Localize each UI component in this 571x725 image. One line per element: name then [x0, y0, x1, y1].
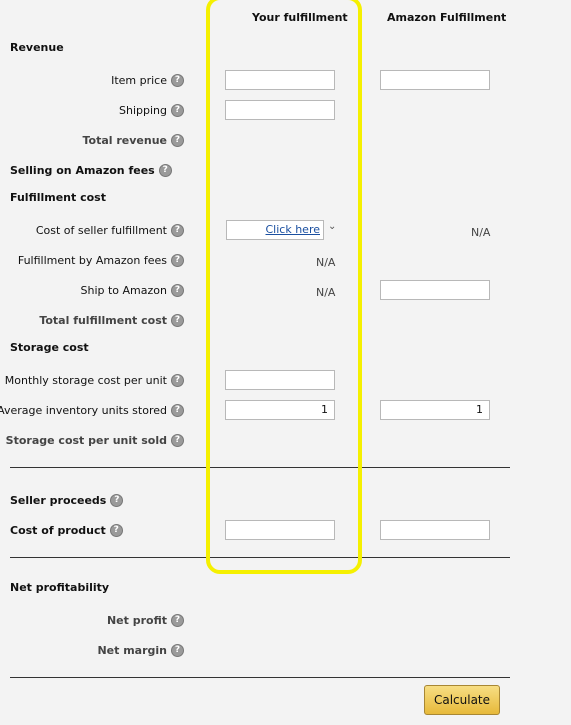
column-header-amazon-fulfillment: Amazon Fulfillment	[387, 11, 507, 24]
cost-of-product-amazon-input[interactable]	[380, 520, 490, 540]
section-net-profitability: Net profitability	[10, 581, 110, 594]
help-icon[interactable]: ?	[171, 254, 184, 267]
net-profit-label: Net profit	[106, 614, 167, 627]
row-ship-to-amazon: Ship to Amazon ?	[80, 284, 184, 297]
ship-to-amazon-amazon-input[interactable]	[380, 280, 490, 300]
section-fulfillment-cost: Fulfillment cost	[10, 191, 106, 204]
divider	[10, 677, 510, 678]
cost-of-product-label: Cost of product	[10, 524, 106, 537]
highlight-box	[206, 0, 362, 574]
selling-fees-label: Selling on Amazon fees	[10, 164, 155, 177]
avg-inventory-label: Average inventory units stored	[0, 404, 167, 417]
cost-seller-fulfillment-amazon-na: N/A	[471, 226, 491, 239]
help-icon[interactable]: ?	[171, 374, 184, 387]
help-icon[interactable]: ?	[171, 644, 184, 657]
help-icon[interactable]: ?	[171, 404, 184, 417]
help-icon[interactable]: ?	[171, 74, 184, 87]
section-storage-cost: Storage cost	[10, 341, 89, 354]
cost-seller-fulfillment-label: Cost of seller fulfillment	[35, 224, 167, 237]
total-fulfillment-cost-label: Total fulfillment cost	[39, 314, 167, 327]
help-icon[interactable]: ?	[110, 494, 124, 507]
row-total-fulfillment-cost: Total fulfillment cost ?	[39, 314, 184, 327]
seller-proceeds-label: Seller proceeds	[10, 494, 107, 507]
ship-to-amazon-label: Ship to Amazon	[80, 284, 168, 297]
section-seller-proceeds: Seller proceeds ?	[10, 494, 124, 507]
help-icon[interactable]: ?	[158, 164, 172, 177]
help-icon[interactable]: ?	[171, 614, 184, 627]
row-total-revenue: Total revenue ?	[82, 134, 184, 147]
row-fba-fees: Fulfillment by Amazon fees ?	[18, 254, 184, 267]
row-shipping: Shipping ?	[119, 104, 184, 117]
monthly-storage-label: Monthly storage cost per unit	[4, 374, 167, 387]
row-item-price: Item price ?	[111, 74, 184, 87]
row-cost-seller-fulfillment: Cost of seller fulfillment ?	[36, 224, 184, 237]
shipping-label: Shipping	[119, 104, 167, 117]
item-price-amazon-input[interactable]	[380, 70, 490, 90]
row-storage-per-unit: Storage cost per unit sold ?	[6, 434, 184, 447]
help-icon[interactable]: ?	[171, 104, 184, 117]
row-avg-inventory: Average inventory units stored ?	[0, 404, 184, 417]
row-net-margin: Net margin ?	[97, 644, 184, 657]
storage-per-unit-label: Storage cost per unit sold	[5, 434, 167, 447]
help-icon[interactable]: ?	[171, 134, 184, 147]
row-monthly-storage: Monthly storage cost per unit ?	[5, 374, 184, 387]
help-icon[interactable]: ?	[109, 524, 123, 537]
section-selling-fees: Selling on Amazon fees ?	[10, 164, 172, 177]
help-icon[interactable]: ?	[171, 434, 184, 447]
help-icon[interactable]: ?	[171, 284, 184, 297]
help-icon[interactable]: ?	[171, 314, 184, 327]
section-revenue: Revenue	[10, 41, 64, 54]
help-icon[interactable]: ?	[171, 224, 184, 237]
total-revenue-label: Total revenue	[82, 134, 167, 147]
row-net-profit: Net profit ?	[107, 614, 184, 627]
item-price-label: Item price	[111, 74, 167, 87]
calculate-button[interactable]: Calculate	[424, 685, 500, 715]
net-margin-label: Net margin	[97, 644, 167, 657]
fba-fees-label: Fulfillment by Amazon fees	[17, 254, 167, 267]
avg-inventory-amazon-input[interactable]: 1	[380, 400, 490, 420]
section-cost-of-product: Cost of product ?	[10, 524, 123, 537]
